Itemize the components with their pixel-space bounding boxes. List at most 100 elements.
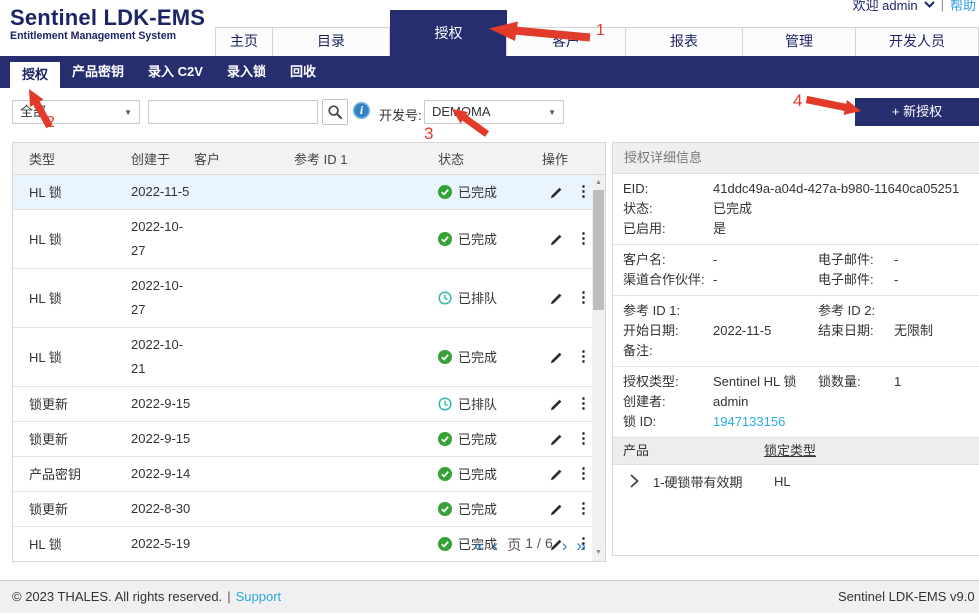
entitlement-details-panel: 授权详细信息 EID:41ddc49a-a04d-427a-b980-11640… — [612, 142, 979, 556]
subnav-item-checkin-c2v[interactable]: 录入 C2V — [136, 56, 215, 88]
edit-icon[interactable] — [550, 186, 563, 199]
row-menu-icon[interactable]: ⋮ — [576, 232, 591, 246]
filter-bar: 全部 ▼ i 开发号: DEMOMA ▼ + 新授权 — [0, 88, 979, 142]
eid-label: EID: — [623, 179, 713, 199]
details-section-customer: 客户名: - 电子邮件: - 渠道合作伙伴: - 电子邮件: - — [613, 245, 979, 296]
page-label: 页 — [507, 535, 521, 555]
status-completed-icon — [438, 350, 452, 364]
table-row[interactable]: 锁更新 2022-9-15 已排队 ⋮ — [13, 387, 592, 422]
column-header-ref-id[interactable]: 参考 ID 1 — [294, 143, 422, 175]
subnav-item-checkin-key[interactable]: 录入锁 — [215, 56, 278, 88]
last-page-icon[interactable]: » — [576, 537, 585, 554]
scroll-up-icon[interactable]: ▲ — [592, 178, 605, 188]
table-row[interactable]: HL 锁 2022-10-21 已完成 ⋮ — [13, 328, 592, 387]
tab-developers[interactable]: 开发人员 — [855, 27, 979, 56]
column-header-type[interactable]: 类型 — [13, 143, 117, 175]
status-queued-icon — [438, 397, 452, 411]
tab-catalog[interactable]: 目录 — [272, 27, 390, 56]
products-table-header: 产品 锁定类型 — [613, 438, 979, 465]
status-completed-icon — [438, 502, 452, 516]
row-menu-icon[interactable]: ⋮ — [576, 185, 591, 199]
product-row[interactable]: 1-硬锁带有效期 HL — [613, 465, 979, 497]
table-row[interactable]: 锁更新 2022-8-30 已完成 ⋮ — [13, 492, 592, 527]
table-row[interactable]: HL 锁 2022-10-27 已排队 ⋮ — [13, 269, 592, 328]
search-input[interactable] — [148, 100, 318, 124]
ref2-value — [894, 301, 969, 321]
row-menu-icon[interactable]: ⋮ — [576, 350, 591, 364]
key-id-link[interactable]: 1947133156 — [713, 412, 969, 432]
tab-home[interactable]: 主页 — [215, 27, 273, 56]
column-header-status[interactable]: 状态 — [422, 143, 542, 175]
key-count-value: 1 — [894, 372, 969, 392]
subnav-item-product-keys[interactable]: 产品密钥 — [60, 56, 136, 88]
page-divider: / — [537, 535, 541, 555]
details-section-general: EID:41ddc49a-a04d-427a-b980-11640ca05251… — [613, 174, 979, 245]
start-date-label: 开始日期: — [623, 321, 713, 341]
column-header-created[interactable]: 创建于 — [117, 143, 194, 175]
table-row[interactable]: HL 锁 2022-11-5 已完成 ⋮ — [13, 175, 592, 210]
lock-type-column-header[interactable]: 锁定类型 — [764, 438, 816, 464]
expand-chevron-icon[interactable] — [630, 474, 639, 488]
tab-administration[interactable]: 管理 — [742, 27, 856, 56]
details-section-dates: 参考 ID 1: 参考 ID 2: 开始日期: 2022-11-5 结束日期: … — [613, 296, 979, 367]
search-button[interactable] — [322, 99, 348, 125]
edit-icon[interactable] — [550, 503, 563, 516]
entitlement-table-header: 类型 创建于 客户 参考 ID 1 状态 操作 — [13, 143, 605, 175]
product-lock-type: HL — [774, 474, 791, 489]
entitlement-rows: HL 锁 2022-11-5 已完成 ⋮ HL 锁 2022-10-27 — [13, 175, 592, 561]
key-id-label: 锁 ID: — [623, 412, 713, 432]
enabled-value: 是 — [713, 219, 969, 239]
main-nav-tabs: 主页 目录 授权 客户 报表 管理 开发人员 — [216, 10, 979, 56]
edit-icon[interactable] — [550, 292, 563, 305]
status-completed-icon — [438, 432, 452, 446]
table-row[interactable]: 产品密钥 2022-9-14 已完成 ⋮ — [13, 457, 592, 492]
copyright-text: © 2023 THALES. All rights reserved. — [12, 581, 222, 612]
edit-icon[interactable] — [550, 468, 563, 481]
row-menu-icon[interactable]: ⋮ — [576, 291, 591, 305]
edit-icon[interactable] — [550, 351, 563, 364]
row-menu-icon[interactable]: ⋮ — [576, 397, 591, 411]
remarks-label: 备注: — [623, 341, 713, 361]
tab-customers[interactable]: 客户 — [506, 27, 626, 56]
footer: © 2023 THALES. All rights reserved. | Su… — [0, 580, 979, 613]
caret-down-icon: ▼ — [124, 109, 132, 117]
row-menu-icon[interactable]: ⋮ — [576, 502, 591, 516]
first-page-icon[interactable]: « — [474, 537, 483, 554]
tab-entitlements[interactable]: 授权 — [390, 10, 507, 56]
column-header-customer[interactable]: 客户 — [194, 143, 294, 175]
edit-icon[interactable] — [550, 398, 563, 411]
end-date-label: 结束日期: — [818, 321, 894, 341]
details-section-license: 授权类型: Sentinel HL 锁 锁数量: 1 创建者: admin 锁 … — [613, 367, 979, 438]
status-value: 已完成 — [713, 199, 969, 219]
partner-email-value: - — [894, 270, 969, 290]
category-filter-select[interactable]: 全部 ▼ — [12, 100, 140, 124]
table-row[interactable]: 锁更新 2022-9-15 已完成 ⋮ — [13, 422, 592, 457]
next-page-icon[interactable]: › — [562, 537, 568, 554]
prev-page-icon[interactable]: ‹ — [493, 537, 499, 554]
row-menu-icon[interactable]: ⋮ — [576, 432, 591, 446]
entitlement-type-value: Sentinel HL 锁 — [713, 372, 818, 392]
info-icon[interactable]: i — [353, 102, 370, 119]
table-scrollbar[interactable]: ▲ ▼ — [592, 175, 605, 561]
subnav-item-entitlements[interactable]: 授权 — [10, 62, 60, 88]
details-panel-title: 授权详细信息 — [613, 143, 979, 174]
ref1-value — [713, 301, 818, 321]
edit-icon[interactable] — [550, 233, 563, 246]
entitlement-type-label: 授权类型: — [623, 372, 713, 392]
new-entitlement-button[interactable]: + 新授权 — [855, 98, 979, 126]
row-menu-icon[interactable]: ⋮ — [576, 467, 591, 481]
edit-icon[interactable] — [550, 433, 563, 446]
creator-label: 创建者: — [623, 392, 713, 412]
vendor-select[interactable]: DEMOMA ▼ — [424, 100, 564, 124]
tab-reports[interactable]: 报表 — [625, 27, 743, 56]
column-header-actions: 操作 — [542, 143, 605, 175]
support-link[interactable]: Support — [236, 581, 282, 612]
table-row[interactable]: HL 锁 2022-10-27 已完成 ⋮ — [13, 210, 592, 269]
key-count-label: 锁数量: — [818, 372, 894, 392]
enabled-label: 已启用: — [623, 219, 713, 239]
footer-divider: | — [227, 581, 230, 612]
subnav-item-withdraw[interactable]: 回收 — [278, 56, 328, 88]
scrollbar-thumb[interactable] — [593, 190, 604, 310]
chevron-down-icon[interactable] — [924, 1, 935, 8]
customer-email-value: - — [894, 250, 969, 270]
